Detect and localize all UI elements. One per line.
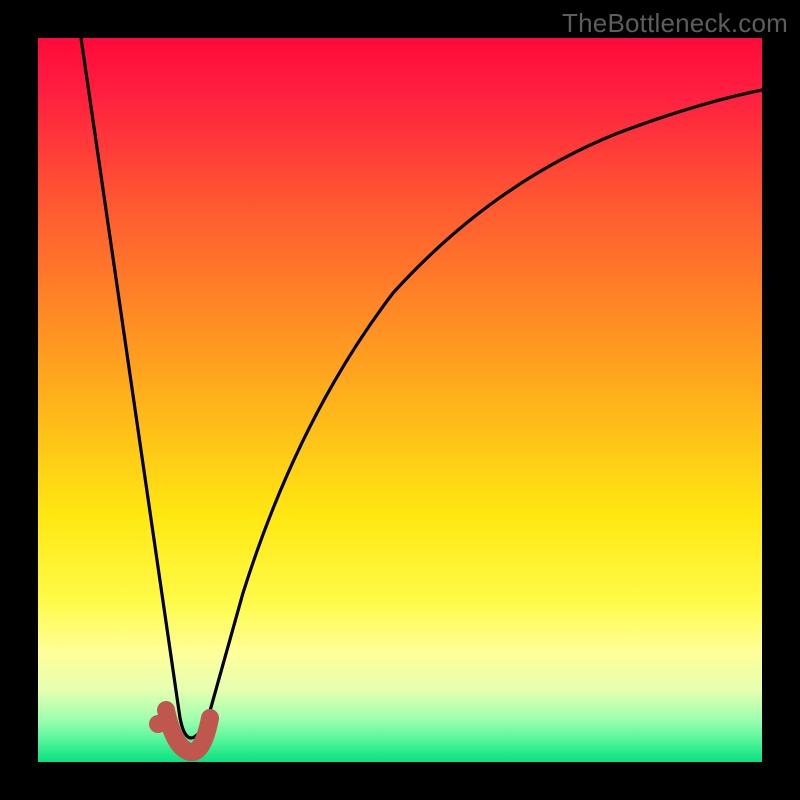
chart-svg [38, 38, 762, 762]
optimal-point-marker [149, 715, 167, 733]
recommended-range-marker [166, 710, 210, 752]
watermark-text: TheBottleneck.com [562, 8, 788, 39]
chart-frame: TheBottleneck.com [0, 0, 800, 800]
plot-area [38, 38, 762, 762]
bottleneck-curve [81, 38, 762, 738]
